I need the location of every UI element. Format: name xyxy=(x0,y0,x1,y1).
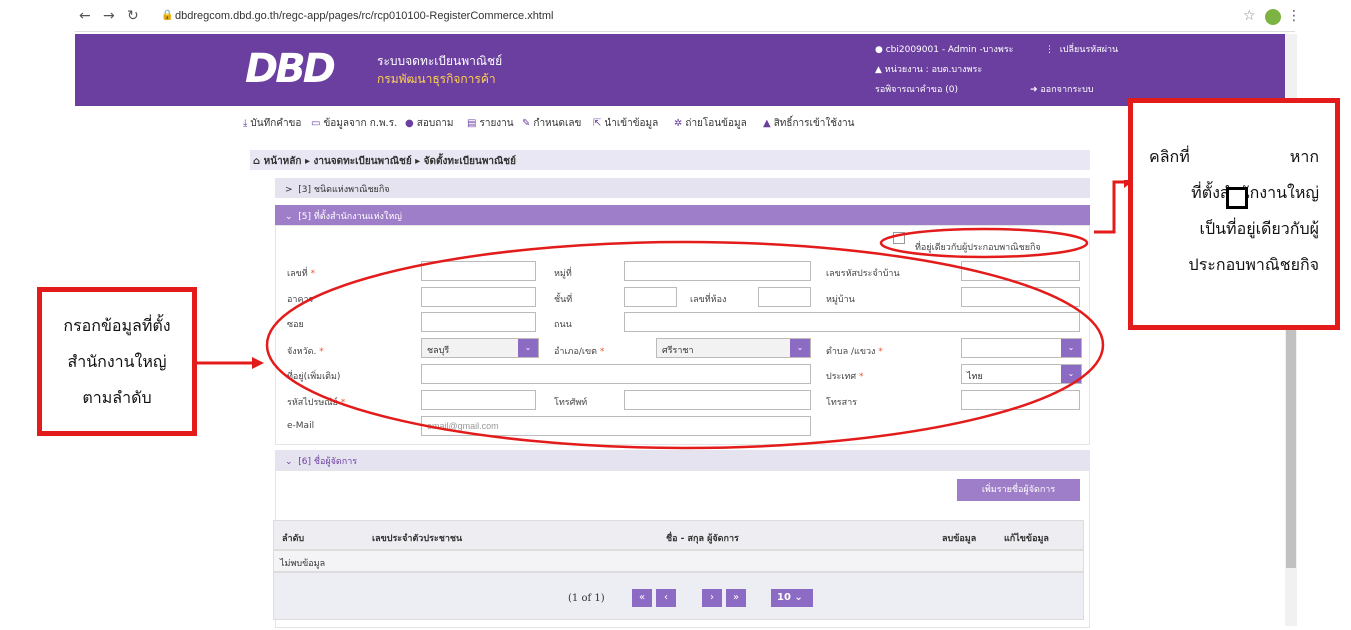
add-manager-button[interactable]: เพิ่มรายชื่อผู้จัดการ xyxy=(957,479,1080,501)
menu-opdc-data[interactable]: ▭ ข้อมูลจาก ก.พ.ร. xyxy=(311,116,397,131)
star-icon[interactable]: ☆ xyxy=(1243,8,1256,24)
last-page-icon[interactable]: » xyxy=(726,589,746,607)
page-size-select[interactable]: 10 ⌄ xyxy=(771,589,813,607)
department-name: กรมพัฒนาธุรกิจการค้า xyxy=(377,72,496,86)
main-menu: ⤓ บันทึกคำขอ ▭ ข้อมูลจาก ก.พ.ร. ● สอบถาม ▤ ร… xyxy=(75,106,1285,138)
system-name: ระบบจดทะเบียนพาณิชย์ xyxy=(377,54,503,68)
profile-icon[interactable] xyxy=(1265,9,1281,25)
col-edit: แก้ไขข้อมูล xyxy=(1004,534,1049,544)
menu-save-request[interactable]: ⤓ บันทึกคำขอ xyxy=(243,116,301,131)
section-3-header[interactable]: > [3] ชนิดแห่งพาณิชยกิจ xyxy=(275,178,1090,198)
scrollbar-thumb[interactable] xyxy=(1286,300,1296,568)
managers-table-header: ลำดับ เลขประจำตัวประชาชน ชื่อ - สกุล ผู้… xyxy=(273,520,1084,550)
app-header: DBD ระบบจดทะเบียนพาณิชย์ กรมพัฒนาธุรกิจก… xyxy=(75,34,1285,106)
paginator: (1 of 1) « ‹ › » 10 ⌄ xyxy=(273,572,1084,620)
logout-link[interactable]: ➜ ออกจากระบบ xyxy=(1030,82,1094,96)
browser-toolbar: ← → ↻ 🔒 dbdregcom.dbd.go.th/regc-app/pag… xyxy=(75,4,1301,32)
section-5-header[interactable]: ⌄ [5] ที่ตั้งสำนักงานแห่งใหญ่ xyxy=(275,205,1090,225)
menu-permissions[interactable]: ▲ สิทธิ์การเข้าใช้งาน xyxy=(763,116,854,131)
annotation-word: คลิกที่ xyxy=(1149,147,1190,166)
first-page-icon[interactable]: « xyxy=(632,589,652,607)
unit-info: ▲ หน่วยงาน : อบต.บางพระ xyxy=(875,65,983,75)
menu-icon[interactable]: ⋮ xyxy=(1287,8,1301,24)
col-delete: ลบข้อมูล xyxy=(942,534,977,544)
pending-link[interactable]: รอพิจารณาคำขอ (0) xyxy=(875,82,958,96)
lock-icon: 🔒 xyxy=(161,10,174,21)
annotation-line: ประกอบพาณิชยกิจ xyxy=(1188,255,1319,274)
left-arrow xyxy=(196,357,264,369)
annotation-line: สำนักงานใหญ่ xyxy=(67,352,167,371)
left-annotation-box: กรอกข้อมูลที่ตั้ง สำนักงานใหญ่ ตามลำดับ xyxy=(37,287,197,436)
menu-import[interactable]: ⇱ นำเข้าข้อมูล xyxy=(593,116,658,131)
forward-icon[interactable]: → xyxy=(103,8,115,24)
user-info: ● cbi2009001 - Admin -บางพระ xyxy=(875,45,1014,55)
right-arrow xyxy=(1094,180,1132,234)
back-icon[interactable]: ← xyxy=(79,8,91,24)
page-info: (1 of 1) xyxy=(568,593,605,604)
menu-set-number[interactable]: ✎ กำหนดเลข xyxy=(522,116,581,131)
home-icon[interactable]: ⌂ xyxy=(253,156,264,167)
change-password-link[interactable]: ⋮ เปลี่ยนรหัสผ่าน xyxy=(1045,42,1118,56)
menu-inquiry[interactable]: ● สอบถาม xyxy=(405,116,453,131)
form-highlight xyxy=(265,240,1105,450)
prev-page-icon[interactable]: ‹ xyxy=(656,589,676,607)
annotation-line: ตามลำดับ xyxy=(82,388,152,407)
right-annotation-box: คลิกที่ หาก ที่ตั้งสำนักงานใหญ่ เป็นที่อย… xyxy=(1128,98,1340,330)
annotation-line: กรอกข้อมูลที่ตั้ง xyxy=(63,316,171,335)
table-row-empty: ไม่พบข้อมูล xyxy=(273,550,1084,572)
annotation-line: เป็นที่อยู่เดียวกับผู้ xyxy=(1199,219,1319,238)
dbd-logo: DBD xyxy=(245,46,336,92)
checkbox-illustration-icon xyxy=(1226,187,1248,209)
col-name: ชื่อ - สกุล ผู้จัดการ xyxy=(666,534,739,544)
section-6-header[interactable]: ⌄ [6] ชื่อผู้จัดการ xyxy=(275,450,1090,470)
col-id-number: เลขประจำตัวประชาชน xyxy=(372,534,463,544)
annotation-word: หาก xyxy=(1289,147,1319,166)
next-page-icon[interactable]: › xyxy=(702,589,722,607)
reload-icon[interactable]: ↻ xyxy=(127,8,139,24)
annotation-line: คลิกที่ หาก xyxy=(1149,139,1319,175)
breadcrumb: ⌂ หน้าหลัก ▸ งานจดทะเบียนพาณิชย์ ▸ จัดตั… xyxy=(250,150,1090,170)
address-bar[interactable]: dbdregcom.dbd.go.th/regc-app/pages/rc/rc… xyxy=(175,10,553,22)
col-order: ลำดับ xyxy=(282,534,305,544)
menu-report[interactable]: ▤ รายงาน xyxy=(467,116,514,131)
menu-transfer[interactable]: ✲ ถ่ายโอนข้อมูล xyxy=(674,116,747,131)
